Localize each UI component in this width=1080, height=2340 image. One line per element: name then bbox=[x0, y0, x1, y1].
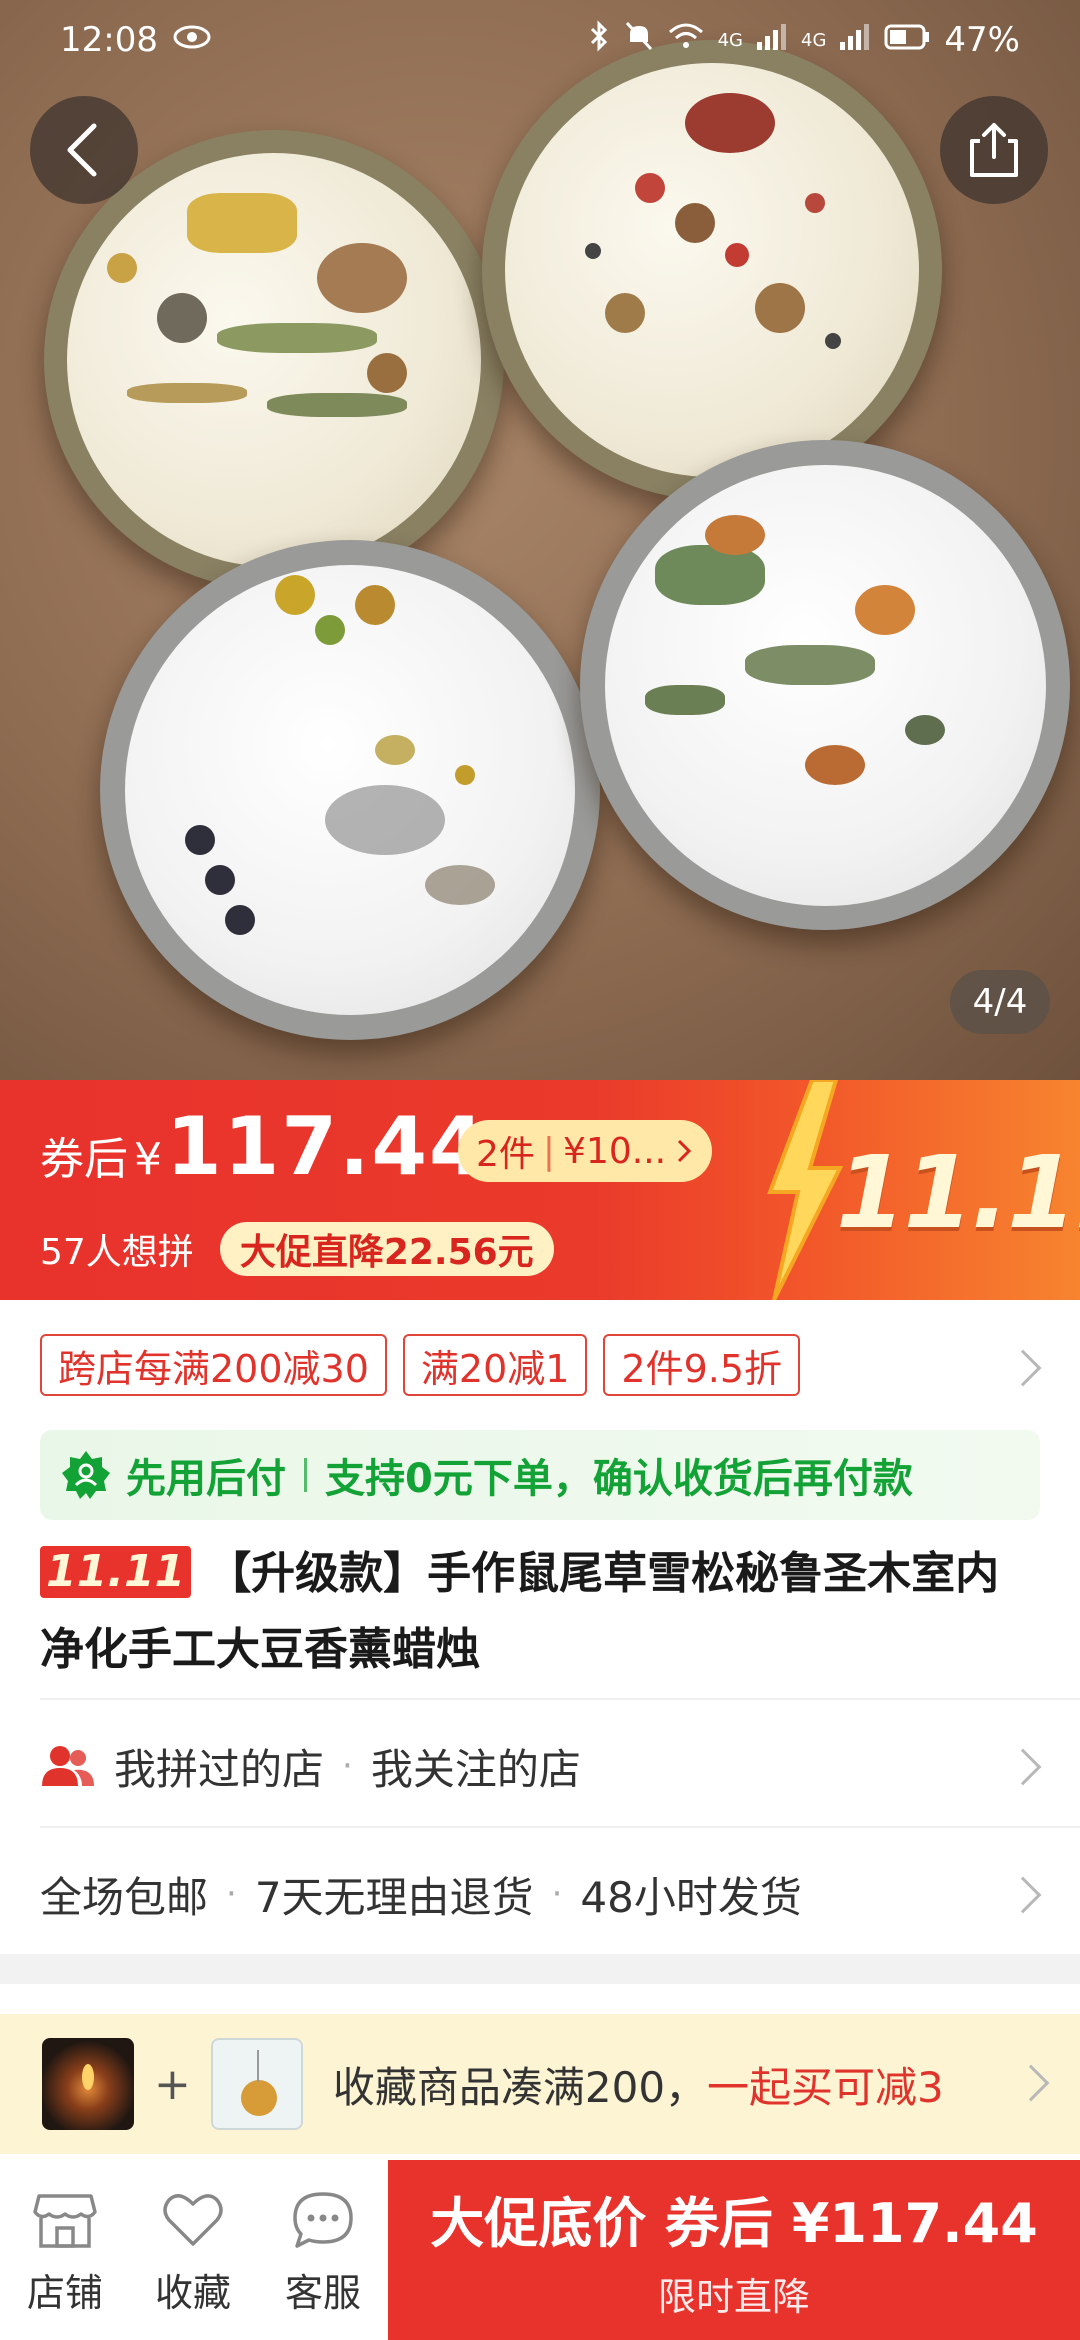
signal-icon bbox=[840, 22, 870, 58]
multi-buy-count: 2件 bbox=[476, 1134, 535, 1175]
pill-separator: | bbox=[542, 1130, 556, 1172]
lightning-icon bbox=[767, 1080, 844, 1300]
bundle-text-main: 收藏商品凑满200， bbox=[332, 2062, 708, 2112]
followed-shops-link[interactable]: 我关注的店 bbox=[371, 1736, 581, 1797]
multi-buy-price: ¥10... bbox=[563, 1130, 667, 1172]
festival-tag: 11.11 bbox=[40, 1546, 192, 1598]
candle-thumbnail bbox=[42, 2038, 134, 2130]
chevron-right-icon[interactable] bbox=[1004, 1349, 1042, 1387]
bundle-promo-bar[interactable]: + 收藏商品凑满200，一起买可减3 bbox=[0, 2014, 1080, 2154]
battery-level: 47% bbox=[944, 20, 1020, 60]
festival-badge: 11.11 bbox=[836, 1134, 1080, 1251]
want-count: 57人想拼 bbox=[40, 1232, 194, 1273]
service-item: 7天无理由退货 bbox=[254, 1872, 534, 1922]
divider bbox=[304, 1458, 307, 1492]
back-button[interactable] bbox=[30, 96, 138, 204]
divider bbox=[40, 1698, 1080, 1700]
bundle-text-highlight: 一起买可减3 bbox=[707, 2062, 944, 2112]
share-button[interactable] bbox=[940, 96, 1048, 204]
service-item: 48小时发货 bbox=[580, 1872, 802, 1922]
mute-icon bbox=[624, 20, 654, 60]
heart-icon bbox=[163, 2194, 223, 2246]
visited-shops-link[interactable]: 我拼过的店 bbox=[114, 1736, 324, 1797]
price-value: 117.44 bbox=[166, 1100, 487, 1193]
status-time: 12:08 bbox=[60, 20, 158, 60]
product-thumbnail bbox=[210, 2038, 303, 2130]
candle-tin-image bbox=[482, 40, 942, 500]
bottom-action-bar: 店铺 收藏 客服 大促底价 券后 ¥117.44 限时直降 bbox=[0, 2160, 1080, 2340]
price-prefix: 券后 bbox=[40, 1134, 128, 1185]
candle-tin-image bbox=[580, 440, 1070, 930]
network-label: 4G bbox=[717, 29, 744, 51]
section-gap bbox=[0, 1954, 1080, 1984]
network-label: 4G bbox=[801, 29, 827, 51]
product-detail-page: 12:08 4G 4G 47% 4/4 券后 ¥ 117.44 2件 | ¥10… bbox=[0, 0, 1080, 2340]
coupon-tag[interactable]: 跨店每满200减30 bbox=[40, 1334, 387, 1396]
candle-tin-image bbox=[100, 540, 600, 1040]
pay-later-banner[interactable]: 先用后付 支持0元下单，确认收货后再付款 bbox=[40, 1430, 1040, 1520]
candle-tin-image bbox=[44, 130, 504, 590]
bluetooth-icon bbox=[588, 20, 610, 60]
chat-bubble-icon bbox=[293, 2192, 353, 2248]
customer-service-button[interactable]: 客服 bbox=[268, 2190, 378, 2317]
price-banner: 券后 ¥ 117.44 2件 | ¥10... 57人想拼 大促直降22.56元… bbox=[0, 1080, 1080, 1300]
chevron-left-icon bbox=[67, 123, 97, 177]
favorite-label: 收藏 bbox=[154, 2271, 231, 2315]
wifi-icon bbox=[668, 22, 704, 58]
pay-later-badge-icon bbox=[62, 1451, 110, 1499]
signal-icon bbox=[757, 22, 787, 58]
pay-later-label: 先用后付 bbox=[126, 1456, 286, 1502]
multi-buy-pill[interactable]: 2件 | ¥10... bbox=[458, 1120, 713, 1182]
eye-icon bbox=[172, 23, 212, 58]
service-label: 客服 bbox=[284, 2271, 361, 2315]
share-icon bbox=[970, 123, 1018, 177]
separator-dot: · bbox=[342, 1746, 353, 1786]
separator-dot: · bbox=[551, 1874, 563, 1914]
service-guarantee-row[interactable]: 全场包邮 · 7天无理由退货 · 48小时发货 bbox=[40, 1834, 1040, 1954]
store-icon bbox=[33, 2194, 97, 2248]
pay-later-text: 支持0元下单，确认收货后再付款 bbox=[325, 1456, 913, 1502]
promo-drop-badge: 大促直降22.56元 bbox=[219, 1222, 554, 1276]
service-item: 全场包邮 bbox=[40, 1872, 209, 1922]
buy-now-main-label: 大促底价 券后 ¥117.44 bbox=[430, 2192, 1038, 2255]
battery-icon bbox=[884, 23, 930, 58]
buy-now-sub-label: 限时直降 bbox=[657, 2275, 810, 2319]
store-label: 店铺 bbox=[26, 2271, 103, 2315]
bundle-text: 收藏商品凑满200，一起买可减3 bbox=[333, 2054, 944, 2115]
plus-icon: + bbox=[154, 2058, 191, 2110]
chevron-right-icon bbox=[678, 1139, 692, 1163]
shop-history-row[interactable]: 我拼过的店 · 我关注的店 bbox=[40, 1706, 1040, 1826]
store-button[interactable]: 店铺 bbox=[10, 2190, 120, 2317]
currency-symbol: ¥ bbox=[134, 1134, 162, 1185]
product-image-gallery[interactable]: 12:08 4G 4G 47% 4/4 bbox=[0, 0, 1080, 1080]
divider bbox=[40, 1826, 1080, 1828]
coupon-tag[interactable]: 2件9.5折 bbox=[603, 1334, 801, 1396]
gallery-page-indicator: 4/4 bbox=[950, 970, 1050, 1034]
status-bar: 12:08 4G 4G 47% bbox=[0, 0, 1080, 80]
buy-now-button[interactable]: 大促底价 券后 ¥117.44 限时直降 bbox=[388, 2160, 1080, 2340]
coupon-list[interactable]: 跨店每满200减30 满20减1 2件9.5折 bbox=[40, 1334, 801, 1396]
favorite-button[interactable]: 收藏 bbox=[138, 2190, 248, 2317]
product-title: 11.11 【升级款】手作鼠尾草雪松秘鲁圣木室内净化手工大豆香薰蜡烛 bbox=[40, 1536, 1040, 1688]
coupon-tag[interactable]: 满20减1 bbox=[402, 1334, 588, 1396]
separator-dot: · bbox=[226, 1874, 237, 1914]
users-icon bbox=[42, 1746, 94, 1786]
